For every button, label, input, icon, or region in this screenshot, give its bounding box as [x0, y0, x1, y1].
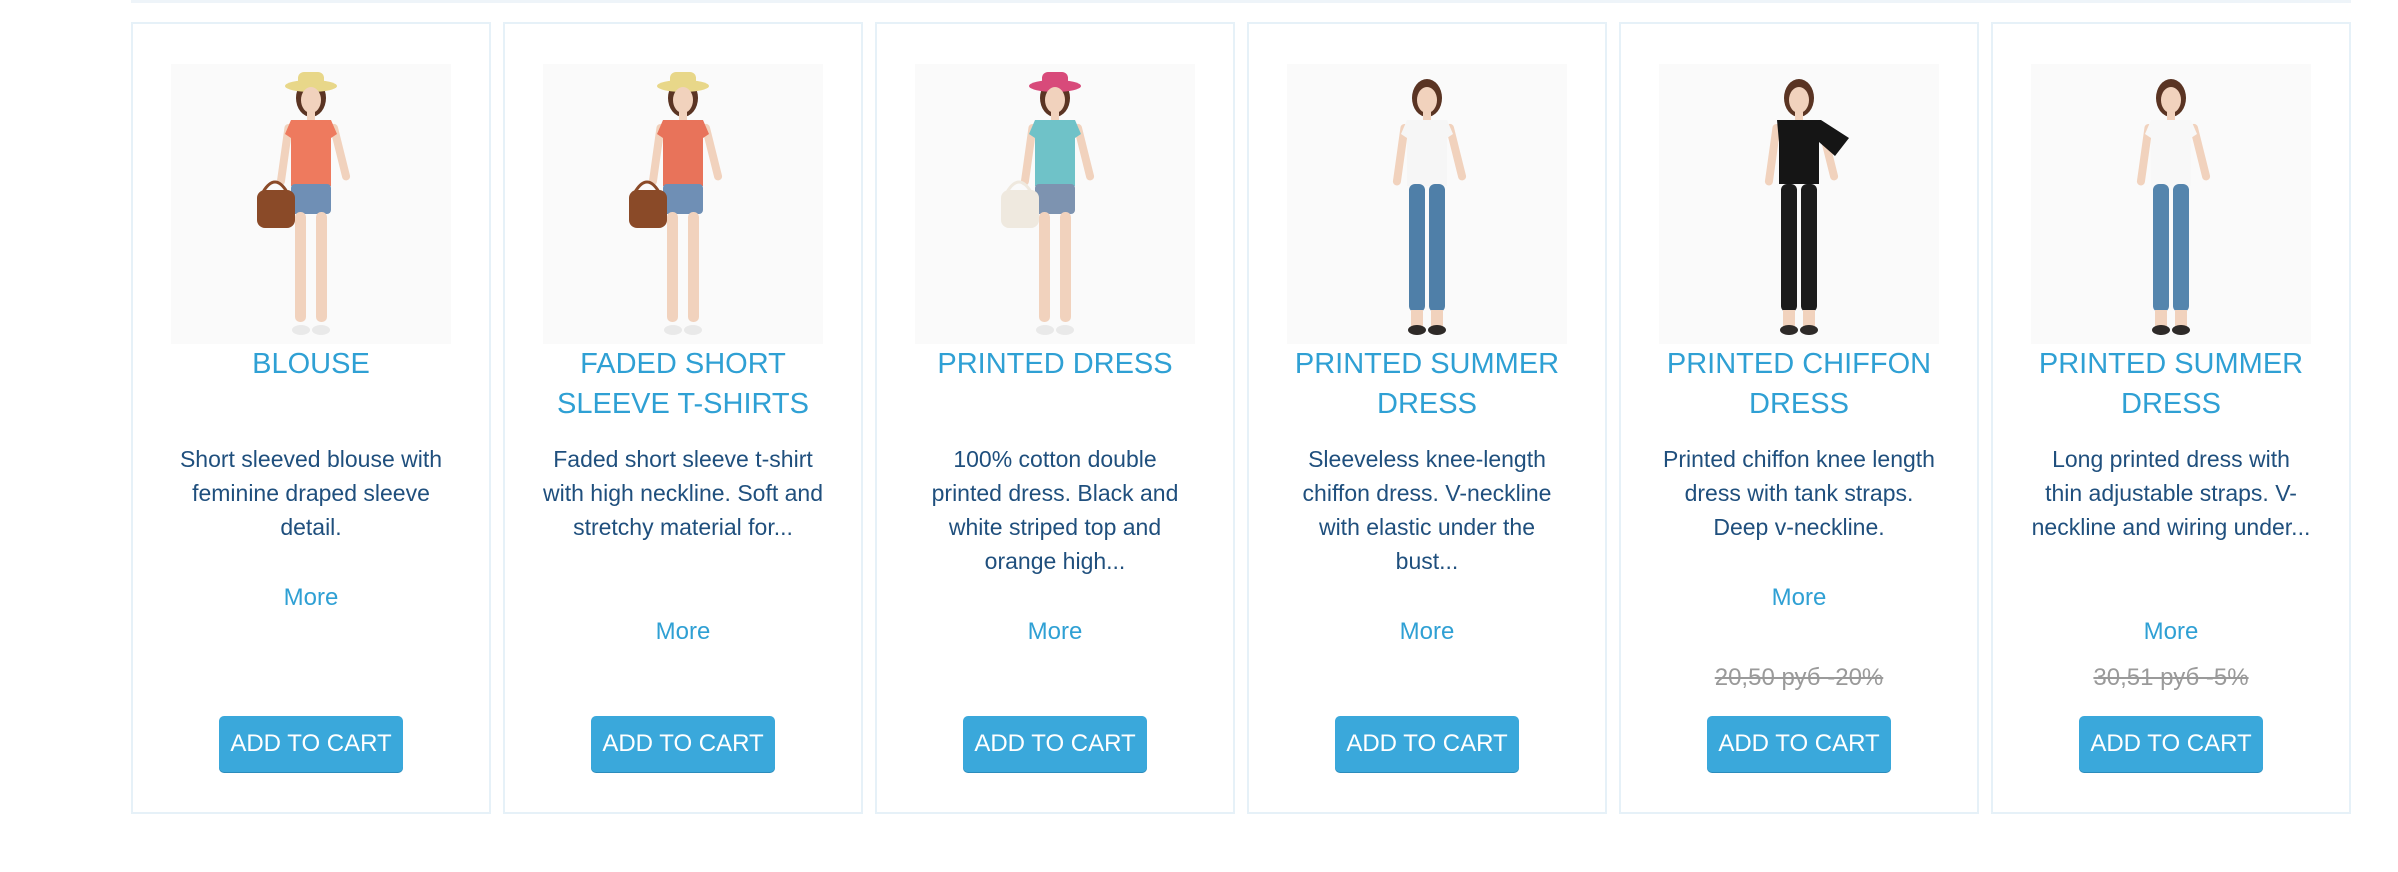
product-name-link[interactable]: PRINTED SUMMER DRESS: [1269, 344, 1585, 424]
more-link[interactable]: More: [133, 584, 489, 612]
model-illustration: [257, 72, 351, 335]
more-link[interactable]: More: [1249, 618, 1605, 646]
product-grid: BLOUSE Short sleeved blouse with feminin…: [131, 22, 2351, 814]
product-name-link[interactable]: PRINTED CHIFFON DRESS: [1641, 344, 1957, 424]
product-name-link[interactable]: FADED SHORT SLEEVE T-SHIRTS: [525, 344, 841, 424]
product-image[interactable]: [543, 64, 823, 344]
product-description: Sleeveless knee-length chiffon dress. V-…: [1302, 446, 1552, 574]
more-link[interactable]: More: [877, 618, 1233, 646]
add-to-cart-button[interactable]: ADD TO CART: [963, 716, 1147, 772]
product-name-link[interactable]: PRINTED DRESS: [897, 344, 1213, 384]
product-description: Printed chiffon knee length dress with t…: [1663, 446, 1935, 540]
product-card: PRINTED SUMMER DRESS Long printed dress …: [1991, 22, 2351, 814]
model-illustration: [2136, 79, 2211, 335]
product-card: PRINTED DRESS 100% cotton double printed…: [875, 22, 1235, 814]
more-link[interactable]: More: [1621, 584, 1977, 612]
product-card: PRINTED CHIFFON DRESS Printed chiffon kn…: [1619, 22, 1979, 814]
product-card: PRINTED SUMMER DRESS Sleeveless knee-len…: [1247, 22, 1607, 814]
product-image[interactable]: [915, 64, 1195, 344]
model-illustration: [1392, 79, 1467, 335]
product-image[interactable]: [2031, 64, 2311, 344]
more-link[interactable]: More: [505, 618, 861, 646]
add-to-cart-button[interactable]: ADD TO CART: [591, 716, 775, 772]
product-card: BLOUSE Short sleeved blouse with feminin…: [131, 22, 491, 814]
add-to-cart-button[interactable]: ADD TO CART: [219, 716, 403, 772]
top-divider: [131, 0, 2351, 3]
product-description: Short sleeved blouse with feminine drape…: [179, 446, 443, 540]
old-price-discount: 20,50 руб -20%: [1714, 664, 1884, 691]
add-to-cart-button[interactable]: ADD TO CART: [1335, 716, 1519, 772]
more-link[interactable]: More: [1993, 618, 2349, 646]
product-description: Long printed dress with thin adjustable …: [2031, 446, 2311, 540]
add-to-cart-button[interactable]: ADD TO CART: [2079, 716, 2263, 772]
model-illustration: [1001, 72, 1095, 335]
product-card: FADED SHORT SLEEVE T-SHIRTS Faded short …: [503, 22, 863, 814]
product-name-link[interactable]: PRINTED SUMMER DRESS: [2013, 344, 2329, 424]
product-image[interactable]: [1659, 64, 1939, 344]
product-description: 100% cotton double printed dress. Black …: [931, 446, 1179, 574]
product-description: Faded short sleeve t-shirt with high nec…: [543, 446, 824, 540]
product-image[interactable]: [1287, 64, 1567, 344]
add-to-cart-button[interactable]: ADD TO CART: [1707, 716, 1891, 772]
model-illustration: [1764, 79, 1849, 335]
old-price-discount: 30,51 руб -5%: [2093, 664, 2249, 691]
model-illustration: [629, 72, 723, 335]
product-name-link[interactable]: BLOUSE: [153, 344, 469, 384]
product-image[interactable]: [171, 64, 451, 344]
